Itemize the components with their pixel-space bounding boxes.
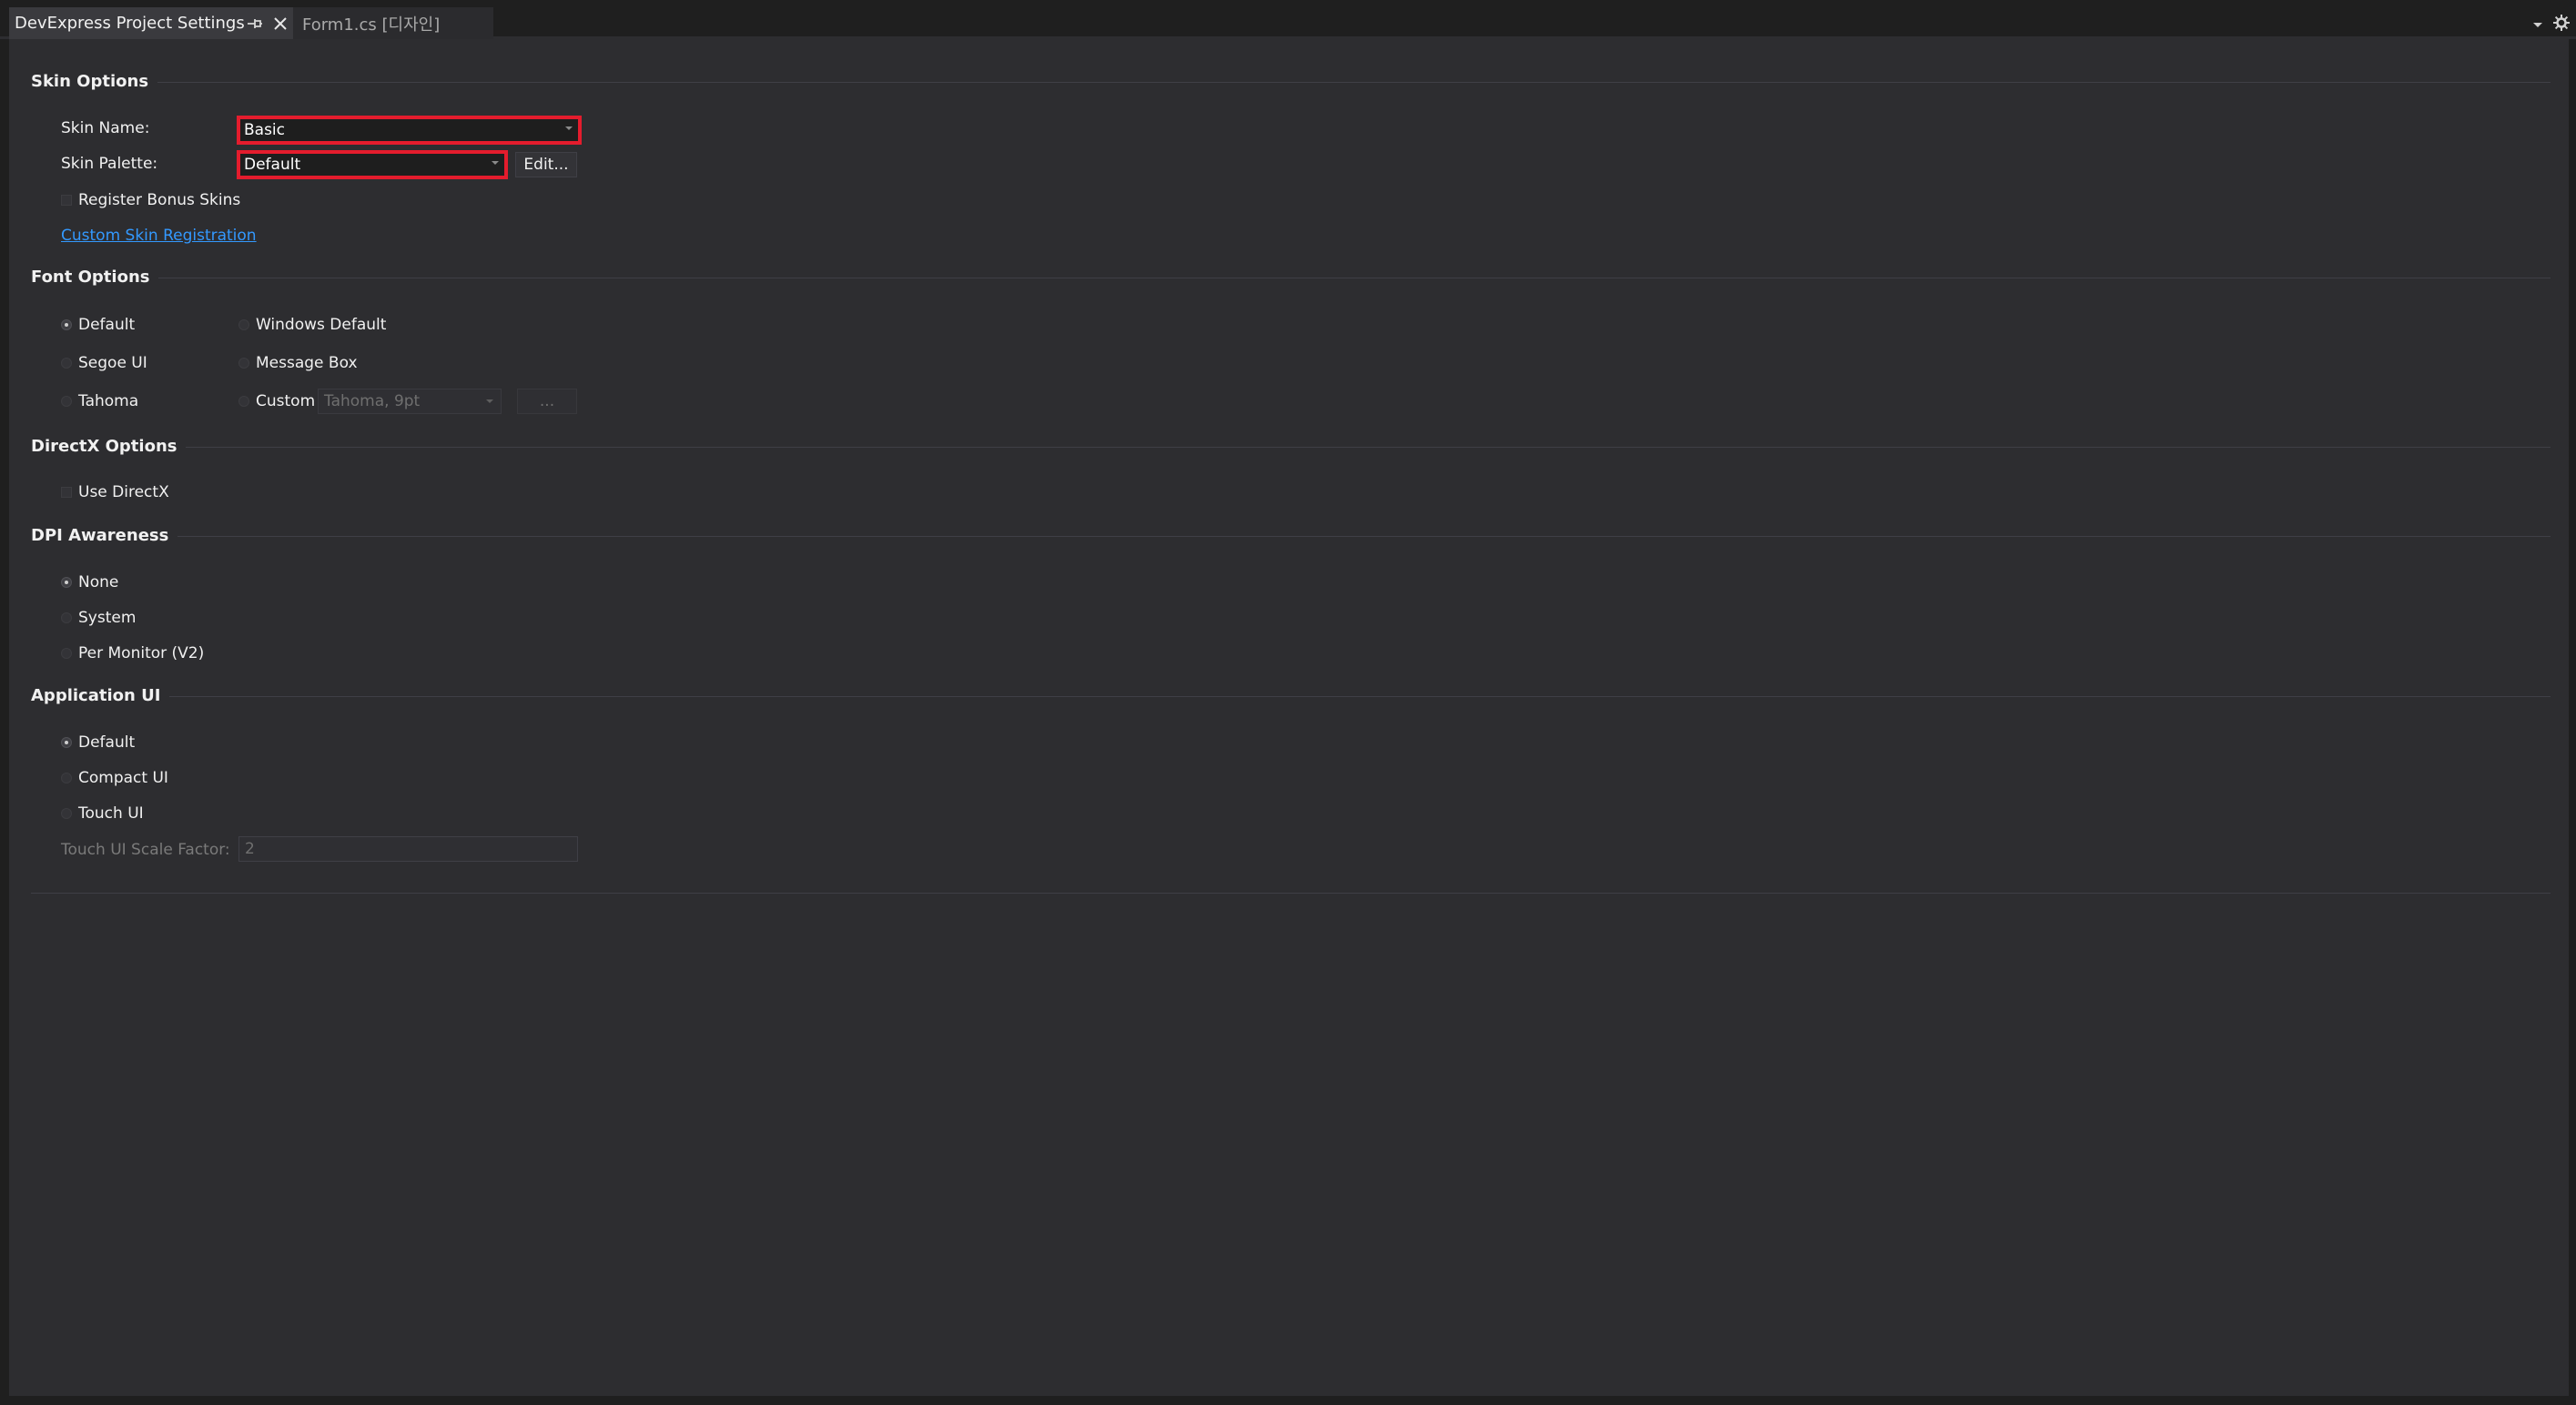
app-ui-compact-label: Compact UI [78,769,168,787]
app-ui-default-label: Default [78,733,136,752]
custom-font-browse-button[interactable]: ... [517,389,577,414]
tab-label-project-settings: DevExpress Project Settings [15,14,245,33]
application-ui-divider [31,696,2551,697]
devexpress-project-settings-window: DevExpress Project Settings Form1.cs [디자… [0,0,2576,1405]
dpi-per-monitor-label: Per Monitor (V2) [78,644,205,662]
directx-options-divider [31,447,2551,448]
app-ui-default-radio[interactable]: Default [61,732,135,753]
radio-dot-selected[interactable] [61,737,72,748]
directx-options-title: DirectX Options [31,437,187,456]
font-default-radio[interactable]: Default [61,314,135,336]
skin-options-divider [31,82,2551,83]
skin-palette-combo[interactable]: Default [237,150,508,179]
gear-icon[interactable] [2552,14,2571,32]
app-ui-compact-radio[interactable]: Compact UI [61,767,168,789]
app-ui-touch-radio[interactable]: Touch UI [61,803,144,824]
radio-dot[interactable] [238,319,249,330]
font-custom-radio[interactable]: Custom [238,390,315,412]
chevron-down-icon [492,161,499,165]
application-ui-title: Application UI [31,686,170,705]
font-segoe-ui-label: Segoe UI [78,354,147,372]
dpi-none-radio[interactable]: None [61,571,118,593]
custom-font-value: Tahoma, 9pt [324,392,421,410]
radio-dot[interactable] [61,396,72,407]
font-tahoma-radio[interactable]: Tahoma [61,390,138,412]
touch-ui-scale-input[interactable]: 2 [238,836,578,862]
skin-palette-value: Default [244,156,301,174]
dpi-awareness-divider [31,536,2551,537]
use-directx-checkbox[interactable]: Use DirectX [61,481,169,503]
font-windows-default-label: Windows Default [256,316,387,334]
bottom-divider [31,893,2551,894]
font-windows-default-radio[interactable]: Windows Default [238,314,386,336]
font-default-label: Default [78,316,136,334]
skin-name-value: Basic [244,121,286,139]
dpi-per-monitor-radio[interactable]: Per Monitor (V2) [61,642,204,664]
checkbox-box[interactable] [61,487,72,498]
custom-skin-registration-link[interactable]: Custom Skin Registration [61,227,257,245]
custom-font-combo[interactable]: Tahoma, 9pt [318,389,502,414]
radio-dot[interactable] [61,808,72,819]
dpi-system-label: System [78,609,137,627]
use-directx-label: Use DirectX [78,483,169,501]
font-tahoma-label: Tahoma [78,392,139,410]
tab-form1-designer[interactable]: Form1.cs [디자인] [293,7,493,39]
settings-panel: Skin Options Skin Name: Basic Skin Palet… [9,39,2569,1396]
edit-palette-button[interactable]: Edit... [515,152,577,177]
skin-name-label: Skin Name: [61,119,150,137]
radio-dot[interactable] [61,648,72,659]
font-message-box-radio[interactable]: Message Box [238,352,358,374]
dpi-none-label: None [78,573,119,591]
chevron-down-icon [486,399,493,403]
register-bonus-skins-label: Register Bonus Skins [78,191,241,209]
radio-dot[interactable] [61,773,72,783]
radio-dot[interactable] [61,612,72,623]
radio-dot[interactable] [238,396,249,407]
document-tab-strip: DevExpress Project Settings Form1.cs [디자… [0,0,2576,39]
pin-icon[interactable] [244,15,264,33]
dpi-awareness-title: DPI Awareness [31,526,178,545]
skin-palette-label: Skin Palette: [61,155,158,173]
font-message-box-label: Message Box [256,354,358,372]
font-custom-label: Custom [256,392,316,410]
app-ui-touch-label: Touch UI [78,804,144,823]
chevron-down-icon [565,126,573,130]
checkbox-box[interactable] [61,195,72,206]
tab-label-form1: Form1.cs [디자인] [302,15,441,35]
skin-name-combo[interactable]: Basic [237,116,582,145]
font-options-title: Font Options [31,268,159,287]
touch-ui-scale-label: Touch UI Scale Factor: [61,841,230,859]
close-icon[interactable] [269,13,291,35]
font-segoe-ui-radio[interactable]: Segoe UI [61,352,147,374]
radio-dot[interactable] [61,358,72,369]
skin-options-title: Skin Options [31,72,158,91]
radio-dot-selected[interactable] [61,577,72,588]
radio-dot-selected[interactable] [61,319,72,330]
tab-devexpress-project-settings[interactable]: DevExpress Project Settings [9,7,293,39]
radio-dot[interactable] [238,358,249,369]
dpi-system-radio[interactable]: System [61,607,136,629]
register-bonus-skins-checkbox[interactable]: Register Bonus Skins [61,189,240,211]
chevron-down-icon[interactable] [2529,15,2547,34]
